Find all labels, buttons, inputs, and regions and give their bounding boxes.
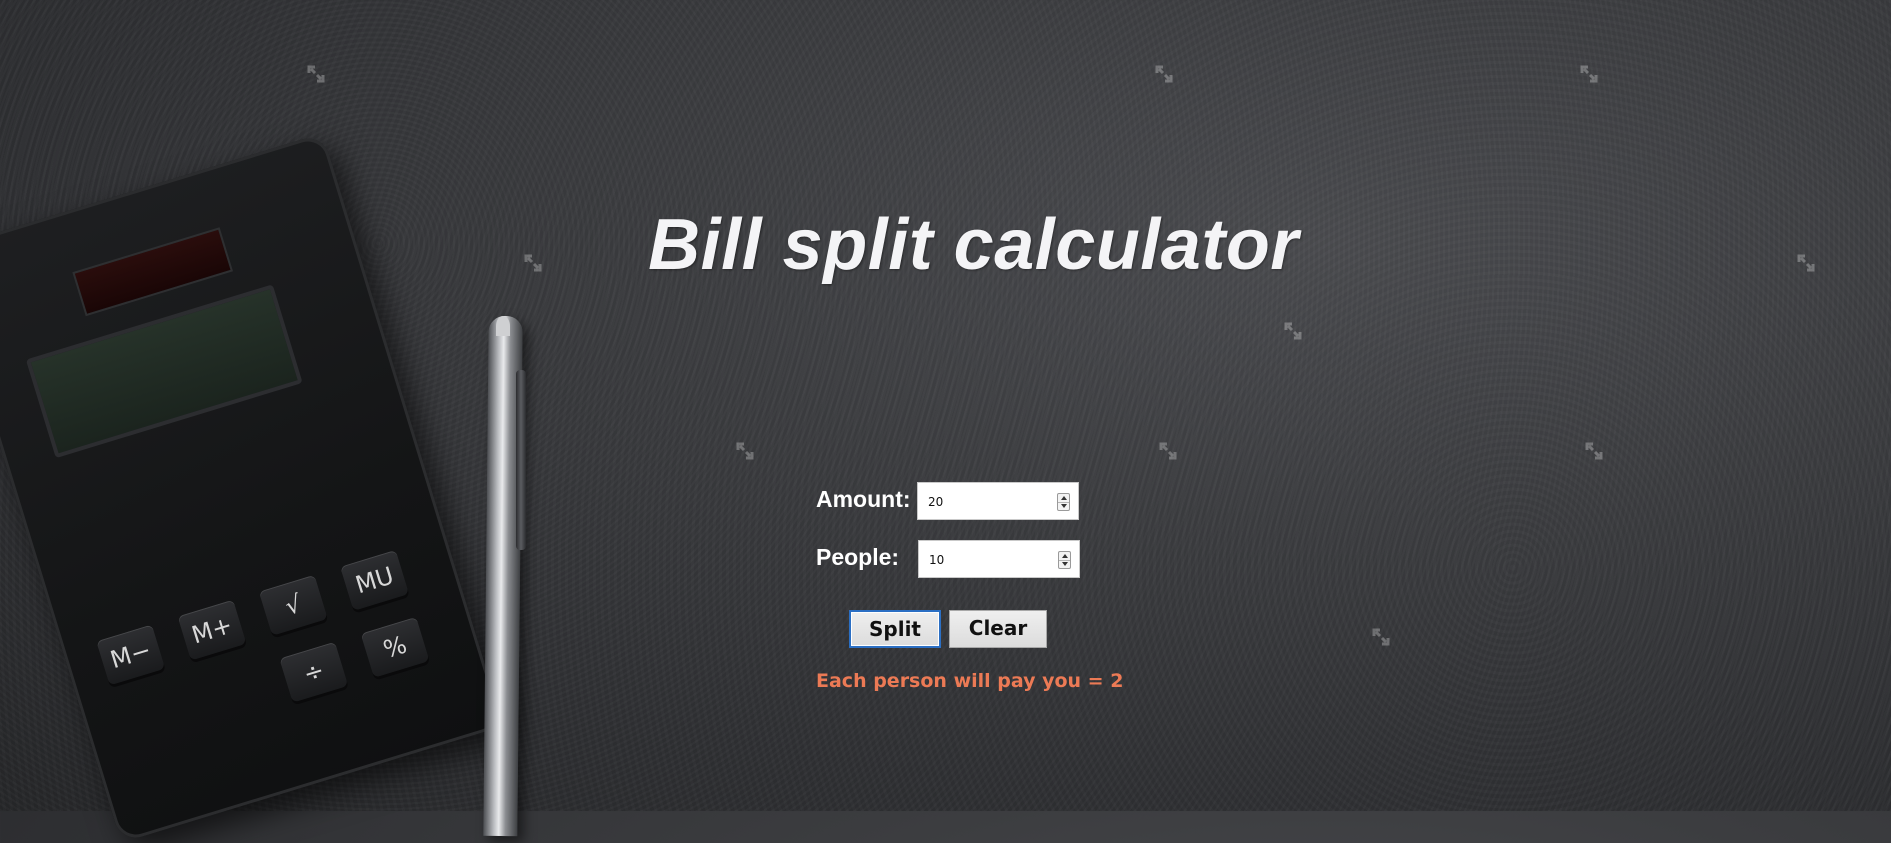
watermark-icon: [1282, 320, 1304, 342]
calculator-key: M+: [177, 599, 247, 661]
people-label: People:: [816, 544, 900, 570]
button-row: Split Clear: [816, 610, 1116, 648]
spinner-up-icon[interactable]: [1061, 496, 1067, 500]
watermark-icon: [305, 63, 327, 85]
people-row: People: 10: [816, 540, 1116, 578]
calculator-key: ÷: [279, 641, 349, 703]
split-button[interactable]: Split: [849, 610, 941, 648]
watermark-icon: [1153, 63, 1175, 85]
calculator-key: %: [360, 616, 430, 678]
calculator-display: [25, 284, 303, 459]
people-input[interactable]: 10: [918, 540, 1080, 578]
spinner-up-icon[interactable]: [1062, 554, 1068, 558]
result-text: Each person will pay you = 2: [816, 670, 1124, 692]
spinner-down-icon[interactable]: [1061, 504, 1067, 508]
calculator-key: MU: [340, 549, 410, 611]
amount-row: Amount: 20: [816, 482, 1116, 520]
pen-clip: [516, 370, 526, 550]
watermark-icon: [1370, 626, 1392, 648]
people-spinner[interactable]: [1058, 551, 1071, 569]
people-input-value: 10: [929, 553, 945, 567]
watermark-icon: [734, 440, 756, 462]
pen-tip: [496, 316, 510, 336]
watermark-icon: [1583, 440, 1605, 462]
amount-input-value: 20: [928, 495, 944, 509]
amount-input[interactable]: 20: [917, 482, 1079, 520]
watermark-icon: [1157, 440, 1179, 462]
page-title: Bill split calculator: [648, 205, 1299, 285]
clear-button[interactable]: Clear: [949, 610, 1047, 648]
watermark-icon: [1578, 63, 1600, 85]
calculator-key: √: [258, 574, 328, 636]
amount-label: Amount:: [816, 486, 911, 512]
spinner-down-icon[interactable]: [1062, 562, 1068, 566]
amount-spinner[interactable]: [1057, 493, 1070, 511]
calculator-key: M−: [96, 624, 166, 686]
